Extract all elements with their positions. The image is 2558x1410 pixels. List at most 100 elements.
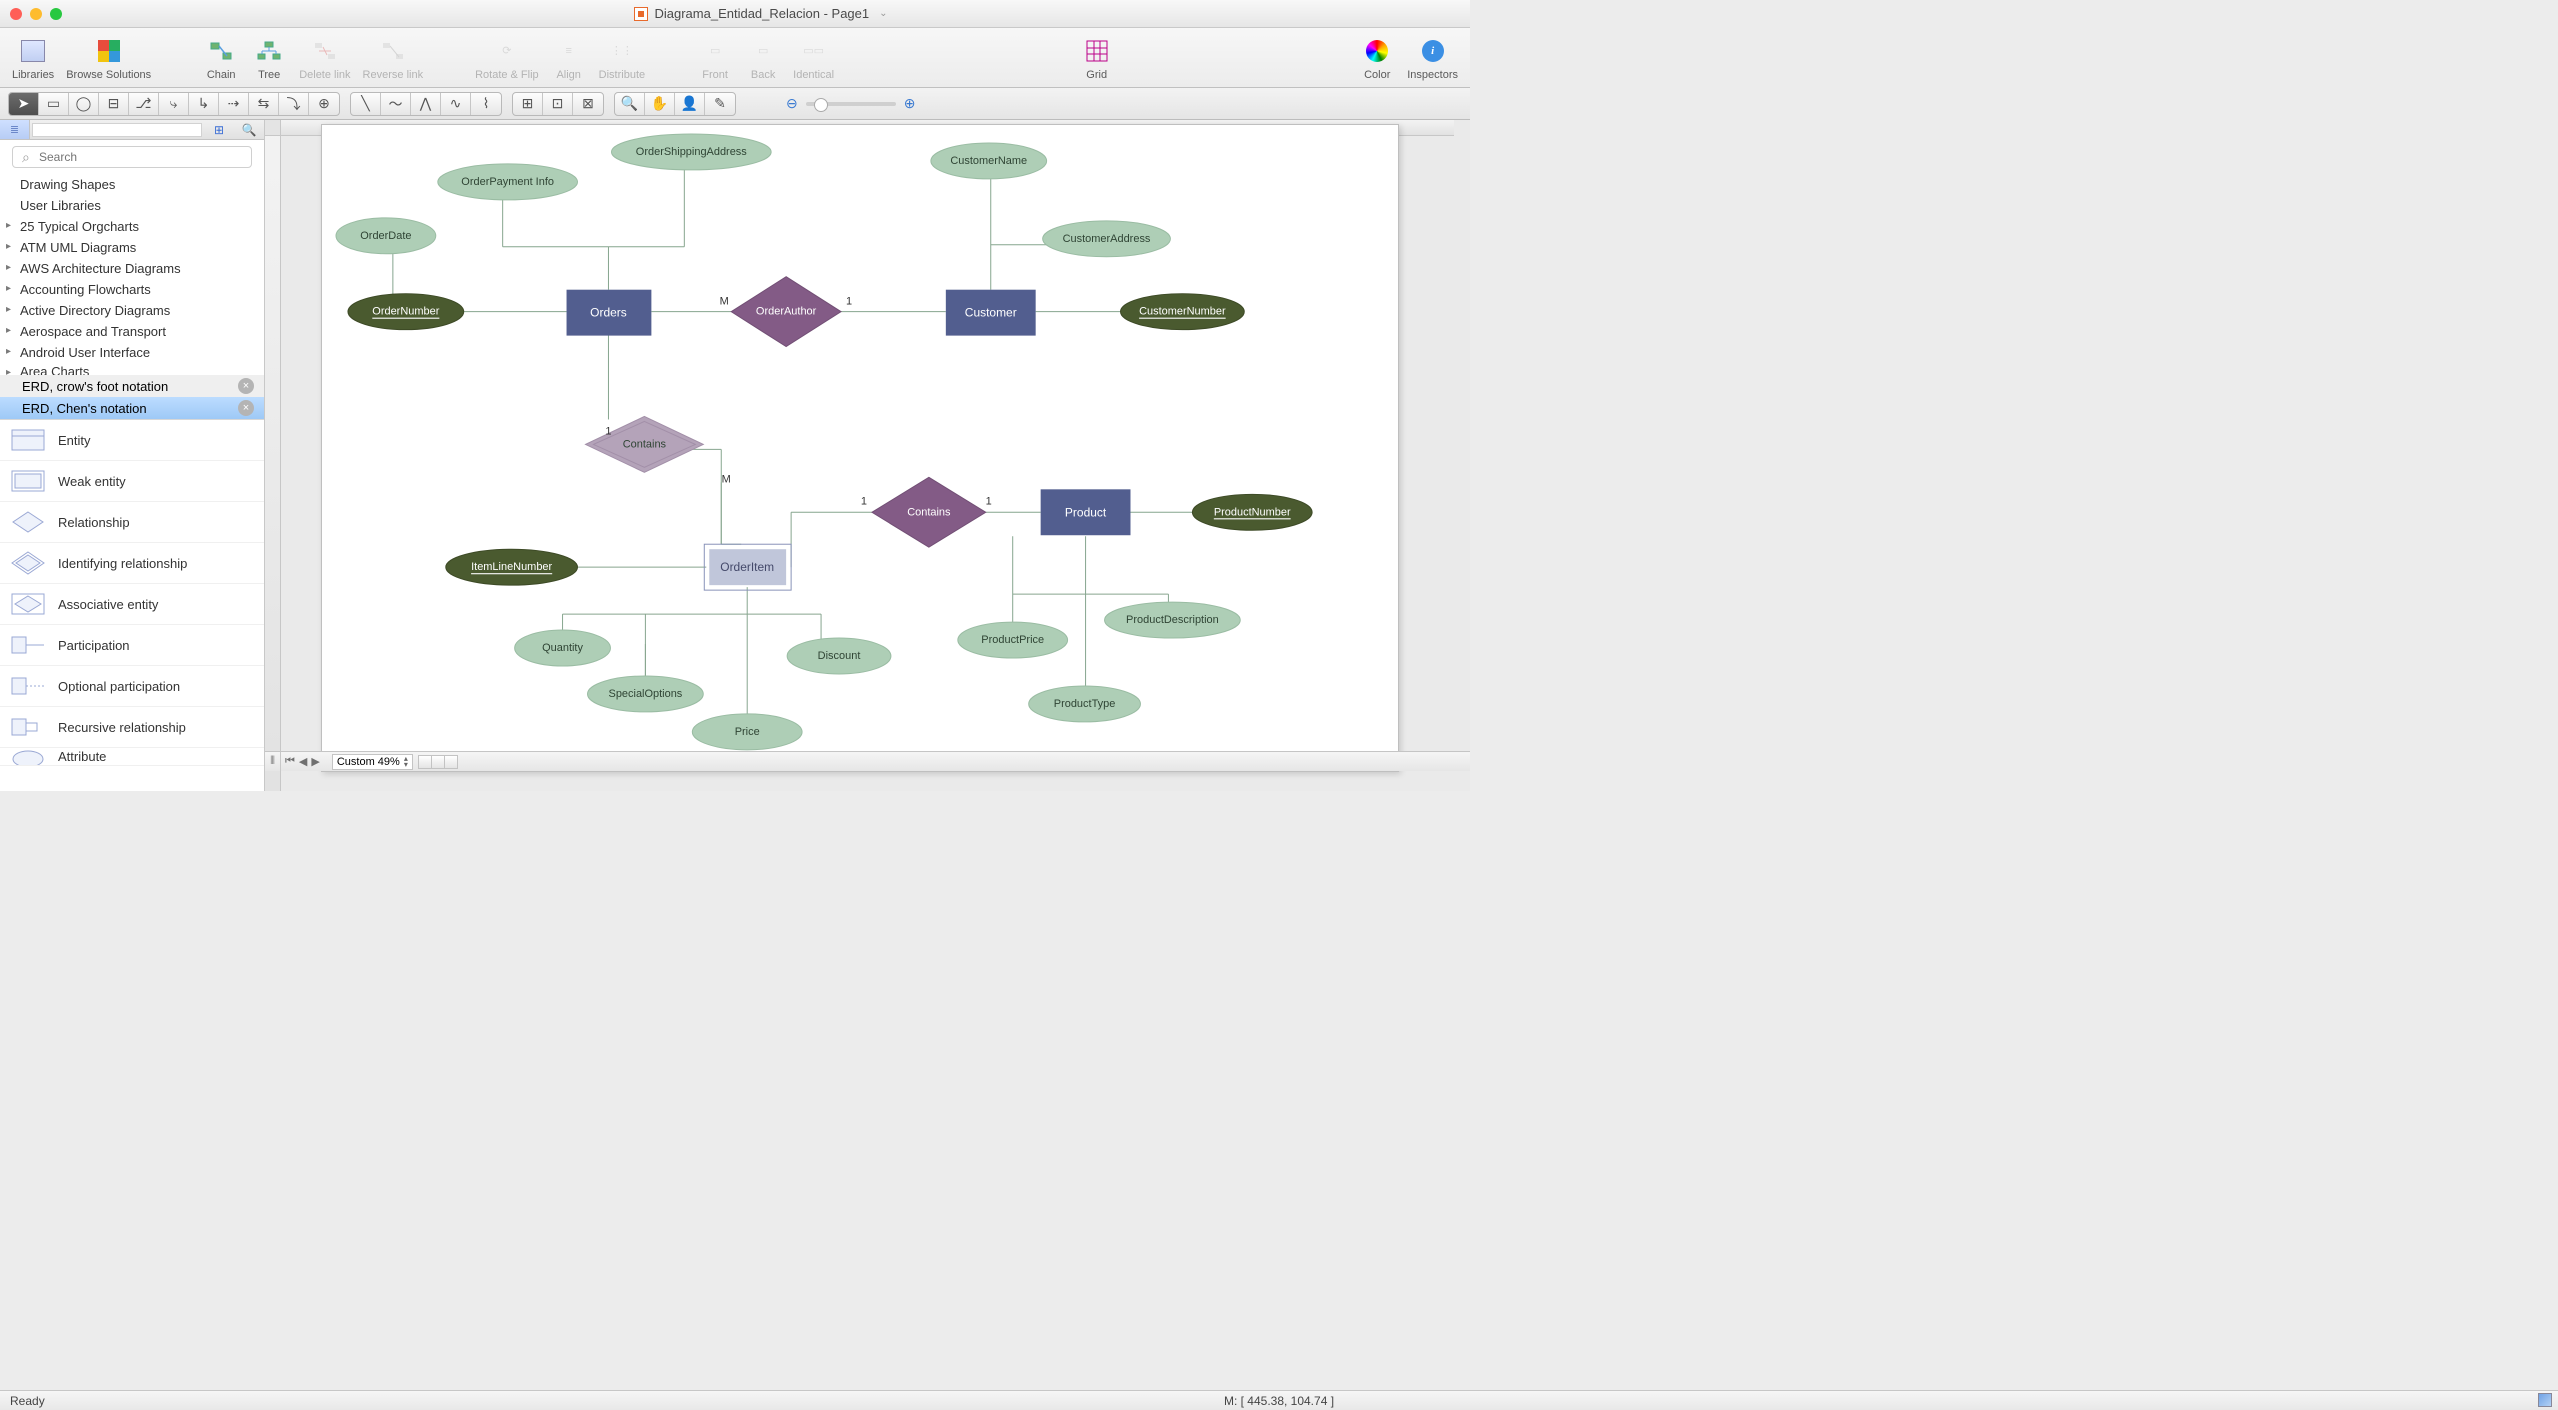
sidebar-grid-view[interactable]: ⊞ xyxy=(204,123,234,137)
line3-tool[interactable]: ⋀ xyxy=(411,93,441,115)
zoom-stepper[interactable]: ▴▾ xyxy=(404,756,408,768)
section-crows-foot[interactable]: ERD, crow's foot notation × xyxy=(0,375,264,397)
attr-customer-name[interactable]: CustomerName xyxy=(931,143,1047,179)
minimize-icon[interactable] xyxy=(30,8,42,20)
color-button[interactable]: Color xyxy=(1353,35,1401,81)
shape-recursive-relationship[interactable]: Recursive relationship xyxy=(0,707,264,748)
attr-product-price[interactable]: ProductPrice xyxy=(958,622,1068,658)
attr-product-description[interactable]: ProductDescription xyxy=(1105,602,1241,638)
section-chen[interactable]: ERD, Chen's notation × xyxy=(0,397,264,419)
pan-tool[interactable]: ✋ xyxy=(645,93,675,115)
eyedrop-tool[interactable]: 👤 xyxy=(675,93,705,115)
entity-order-item[interactable]: OrderItem xyxy=(704,544,791,590)
lib-item[interactable]: User Libraries xyxy=(0,195,264,216)
close-icon[interactable]: × xyxy=(238,400,254,416)
entity-orders[interactable]: Orders xyxy=(567,290,652,336)
conn5-tool[interactable]: ⇆ xyxy=(249,93,279,115)
browse-solutions-button[interactable]: Browse Solutions xyxy=(60,35,157,81)
attr-order-date[interactable]: OrderDate xyxy=(336,218,436,254)
pointer-tool[interactable]: ➤ xyxy=(9,93,39,115)
entity-customer[interactable]: Customer xyxy=(946,290,1036,336)
conn2-tool[interactable]: ⤷ xyxy=(159,93,189,115)
page-canvas[interactable]: OrderAuthor Contains Contains Orders xyxy=(321,124,1399,772)
attr-quantity[interactable]: Quantity xyxy=(515,630,611,666)
distribute-button[interactable]: ⋮⋮Distribute xyxy=(593,35,651,81)
shape-weak-entity[interactable]: Weak entity xyxy=(0,461,264,502)
conn6-tool[interactable]: ⤵ xyxy=(279,93,309,115)
conn3-tool[interactable]: ↳ xyxy=(189,93,219,115)
lib-item[interactable]: Drawing Shapes xyxy=(0,174,264,195)
relationship-contains-top[interactable]: Contains xyxy=(586,416,704,472)
close-icon[interactable] xyxy=(10,8,22,20)
shape-optional-participation[interactable]: Optional participation xyxy=(0,666,264,707)
zoom-slider[interactable] xyxy=(806,102,896,106)
page-tab[interactable] xyxy=(431,755,445,769)
align-button[interactable]: ≡Align xyxy=(545,35,593,81)
lib-item[interactable]: Android User Interface xyxy=(0,342,264,363)
lib-item[interactable]: ATM UML Diagrams xyxy=(0,237,264,258)
grid-button[interactable]: Grid xyxy=(1073,35,1121,81)
line5-tool[interactable]: ⌇ xyxy=(471,93,501,115)
attr-order-payment[interactable]: OrderPayment Info xyxy=(438,164,578,200)
zoom-out-icon[interactable]: ⊖ xyxy=(786,95,798,112)
lib-item[interactable]: AWS Architecture Diagrams xyxy=(0,258,264,279)
search-input[interactable] xyxy=(12,146,252,168)
shape-relationship[interactable]: Relationship xyxy=(0,502,264,543)
maximize-icon[interactable] xyxy=(50,8,62,20)
relationship-order-author[interactable]: OrderAuthor xyxy=(731,277,841,347)
sidebar-tab-tree[interactable]: ≣ xyxy=(0,120,30,139)
ellipse-tool[interactable]: ◯ xyxy=(69,93,99,115)
attr-customer-address[interactable]: CustomerAddress xyxy=(1043,221,1171,257)
shape-participation[interactable]: Participation xyxy=(0,625,264,666)
attr-product-type[interactable]: ProductType xyxy=(1029,686,1141,722)
key-item-line-number[interactable]: ItemLineNumber xyxy=(446,549,578,585)
delete-link-button[interactable]: Delete link xyxy=(293,35,356,81)
zoom-in-tool[interactable]: 🔍 xyxy=(615,93,645,115)
text-tool[interactable]: ⊟ xyxy=(99,93,129,115)
page-first[interactable]: ⏮ xyxy=(285,755,295,768)
snap2-tool[interactable]: ⊡ xyxy=(543,93,573,115)
lib-item[interactable]: Accounting Flowcharts xyxy=(0,279,264,300)
key-order-number[interactable]: OrderNumber xyxy=(348,294,464,330)
chain-button[interactable]: Chain xyxy=(197,35,245,81)
chevron-down-icon[interactable]: ⌄ xyxy=(879,8,887,19)
key-product-number[interactable]: ProductNumber xyxy=(1192,494,1312,530)
zoom-select[interactable]: Custom 49% ▴▾ xyxy=(332,754,413,770)
lib-item[interactable]: Area Charts xyxy=(0,363,264,375)
front-button[interactable]: ▭Front xyxy=(691,35,739,81)
page-prev[interactable]: ◀ xyxy=(299,755,307,768)
shape-associative-entity[interactable]: Associative entity xyxy=(0,584,264,625)
attr-price[interactable]: Price xyxy=(692,714,802,750)
inspectors-button[interactable]: iInspectors xyxy=(1401,35,1464,81)
shape-identifying-relationship[interactable]: Identifying relationship xyxy=(0,543,264,584)
lib-item[interactable]: Active Directory Diagrams xyxy=(0,300,264,321)
close-icon[interactable]: × xyxy=(238,378,254,394)
pen-tool[interactable]: ✎ xyxy=(705,93,735,115)
relationship-contains-right[interactable]: Contains xyxy=(872,477,986,547)
shape-entity[interactable]: Entity xyxy=(0,420,264,461)
snap1-tool[interactable]: ⊞ xyxy=(513,93,543,115)
identical-button[interactable]: ▭▭Identical xyxy=(787,35,840,81)
lib-item[interactable]: 25 Typical Orgcharts xyxy=(0,216,264,237)
lib-item[interactable]: Aerospace and Transport xyxy=(0,321,264,342)
page-tab[interactable] xyxy=(418,755,432,769)
conn1-tool[interactable]: ⎇ xyxy=(129,93,159,115)
entity-product[interactable]: Product xyxy=(1041,489,1131,535)
shape-attribute[interactable]: Attribute xyxy=(0,748,264,766)
reverse-link-button[interactable]: Reverse link xyxy=(357,35,430,81)
libraries-button[interactable]: Libraries xyxy=(6,35,60,81)
back-button[interactable]: ▭Back xyxy=(739,35,787,81)
attr-special-options[interactable]: SpecialOptions xyxy=(588,676,704,712)
rect-tool[interactable]: ▭ xyxy=(39,93,69,115)
resize-corner-icon[interactable] xyxy=(2538,1393,2552,1407)
split-handle[interactable]: ⦀ xyxy=(265,752,281,771)
rotate-flip-button[interactable]: ⟳Rotate & Flip xyxy=(469,35,545,81)
sidebar-search-toggle[interactable]: 🔍 xyxy=(234,123,264,137)
line1-tool[interactable]: ╲ xyxy=(351,93,381,115)
tree-button[interactable]: Tree xyxy=(245,35,293,81)
snap3-tool[interactable]: ⊠ xyxy=(573,93,603,115)
conn4-tool[interactable]: ⇢ xyxy=(219,93,249,115)
sidebar-filter-input[interactable] xyxy=(32,123,202,137)
conn7-tool[interactable]: ⊕ xyxy=(309,93,339,115)
line4-tool[interactable]: ∿ xyxy=(441,93,471,115)
